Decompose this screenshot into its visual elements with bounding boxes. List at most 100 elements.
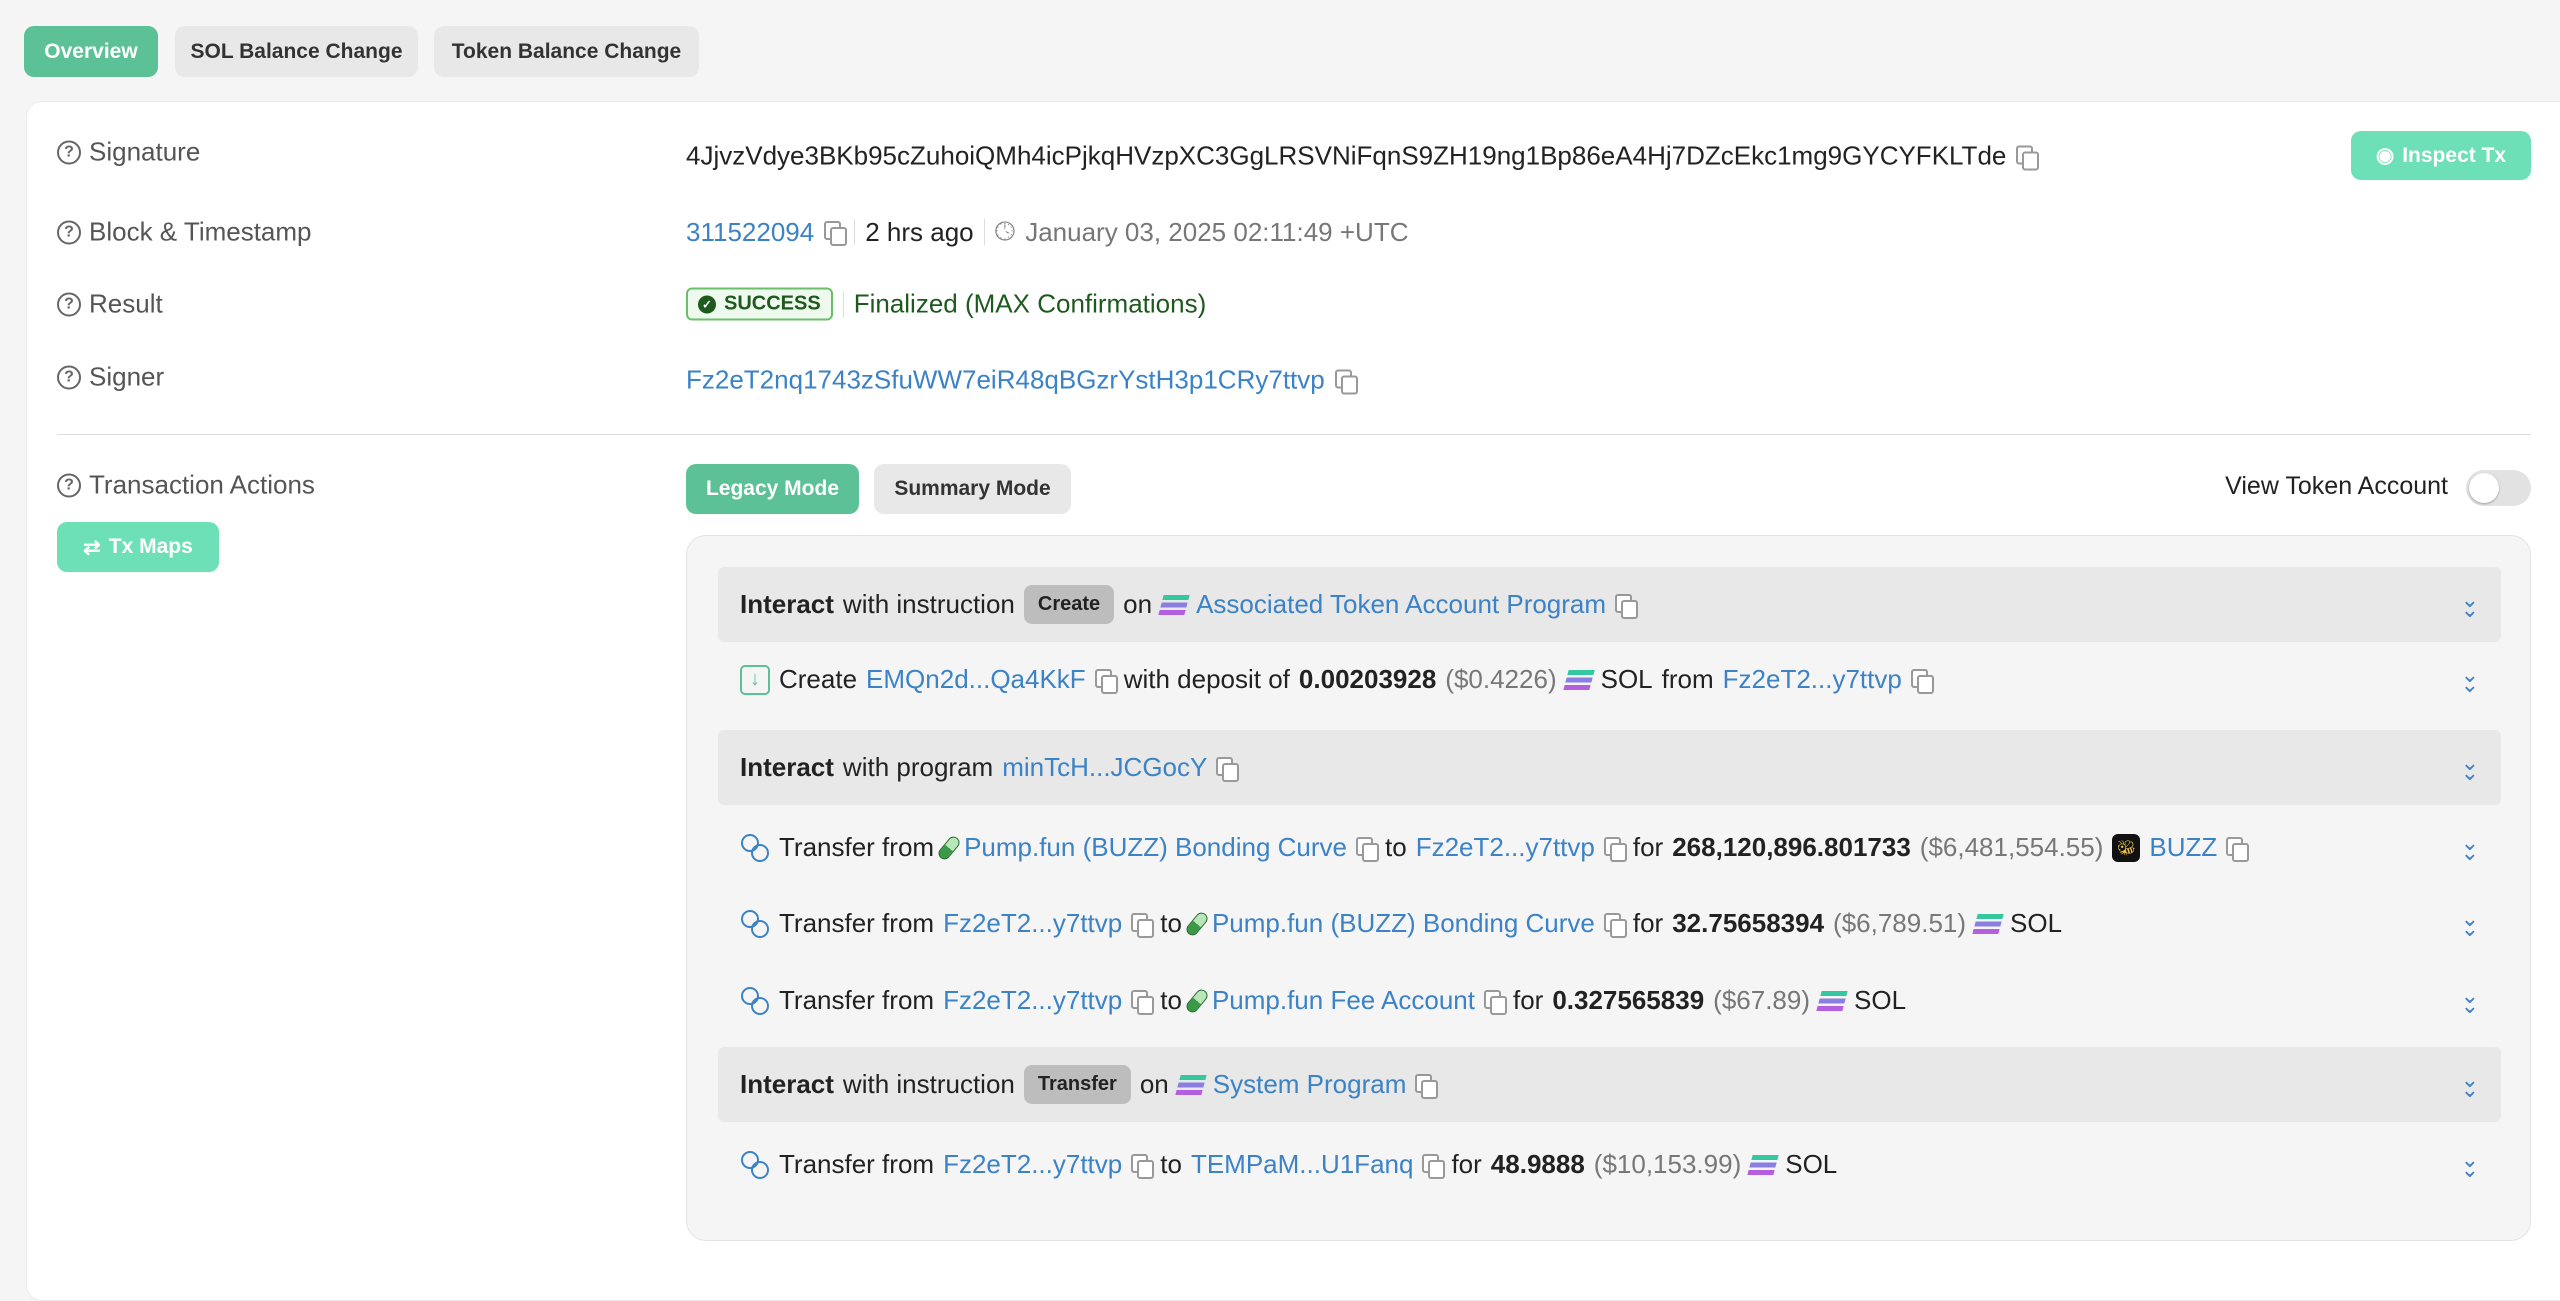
t: Create: [779, 664, 858, 694]
t: with instruction: [842, 589, 1015, 619]
chevron-double-down-icon[interactable]: ⌄ ⌄: [2461, 1148, 2479, 1180]
view-token-account-label: View Token Account: [2225, 472, 2448, 500]
inspect-tx-button[interactable]: ◉ Inspect Tx: [2351, 131, 2531, 180]
block-link[interactable]: 311522094: [686, 217, 814, 248]
chevron-double-down-icon[interactable]: ⌄ ⌄: [2461, 1068, 2479, 1100]
t: Transfer from: [779, 985, 935, 1015]
tx-maps-label: Tx Maps: [108, 535, 193, 558]
copy-icon[interactable]: [1216, 756, 1240, 782]
to-link[interactable]: Fz2eT2...y7ttvp: [1416, 832, 1595, 863]
copy-icon[interactable]: [2226, 836, 2250, 862]
copy-icon[interactable]: [2016, 145, 2040, 170]
program-link[interactable]: System Program: [1213, 1069, 1407, 1100]
solana-icon: [1747, 1154, 1779, 1175]
action-row: Transfer from Fz2eT2...y7ttvp to Pump.fun F…: [718, 984, 2501, 1016]
from-link[interactable]: Fz2eT2...y7ttvp: [943, 908, 1122, 939]
solana-icon: [1158, 594, 1190, 615]
pill-icon: [1183, 909, 1210, 938]
label-text: Block & Timestamp: [89, 216, 312, 247]
copy-icon[interactable]: [1615, 593, 1639, 619]
copy-icon[interactable]: [1356, 836, 1379, 862]
copy-icon[interactable]: [1415, 1073, 1439, 1099]
usd-value: ($6,789.51): [1833, 908, 1967, 938]
t: with instruction: [842, 1069, 1015, 1099]
copy-icon[interactable]: [1094, 668, 1118, 694]
copy-icon[interactable]: [1422, 1153, 1446, 1179]
divider: [842, 291, 844, 317]
copy-icon[interactable]: [824, 221, 848, 246]
action-row: Transfer from Fz2eT2...y7ttvp to Pump.fun (…: [718, 907, 2501, 939]
map-icon: ⇄: [83, 535, 101, 559]
action-header-row[interactable]: Interact with instruction Create on Associat…: [718, 567, 2501, 642]
amount: 268,120,896.801733: [1672, 832, 1911, 862]
help-icon: ?: [57, 140, 81, 164]
signer-link[interactable]: Fz2eT2nq1743zSfuWW7eiR48qBGzrYstH3p1CRy7…: [686, 365, 1325, 396]
program-link[interactable]: Associated Token Account Program: [1196, 589, 1606, 620]
from-link[interactable]: Fz2eT2...y7ttvp: [943, 985, 1122, 1016]
tab-sol-balance-change[interactable]: SOL Balance Change: [175, 26, 418, 77]
account-link[interactable]: EMQn2d...Qa4KkF: [866, 664, 1086, 695]
copy-icon[interactable]: [1334, 369, 1358, 394]
tab-overview[interactable]: Overview: [24, 26, 158, 77]
copy-icon[interactable]: [1131, 912, 1155, 938]
t: Interact: [740, 1069, 834, 1099]
t: from: [1661, 664, 1714, 694]
from-link[interactable]: Fz2eT2...y7ttvp: [943, 1149, 1122, 1180]
solana-icon: [1972, 913, 2004, 934]
token-link[interactable]: BUZZ: [2149, 832, 2217, 863]
chevron-double-down-icon[interactable]: ⌄ ⌄: [2461, 831, 2479, 863]
solana-icon: [1562, 669, 1595, 690]
t: Transfer from: [779, 832, 935, 862]
inspect-label: Inspect Tx: [2402, 143, 2507, 167]
tx-maps-button[interactable]: ⇄ Tx Maps: [57, 522, 219, 572]
usd-value: ($10,153.99): [1593, 1149, 1742, 1179]
t: Transfer from: [779, 908, 935, 938]
chevron-double-down-icon[interactable]: ⌄ ⌄: [2461, 751, 2479, 783]
copy-icon[interactable]: [1131, 1153, 1155, 1179]
chevron-double-down-icon[interactable]: ⌄ ⌄: [2461, 663, 2479, 695]
t: Interact: [740, 589, 834, 619]
pill-icon: [1183, 986, 1210, 1015]
block-value: 311522094 2 hrs ago 🕓︎ January 03, 2025 02:…: [686, 216, 1408, 248]
timestamp: January 03, 2025 02:11:49 +UTC: [1025, 216, 1409, 247]
t: for: [1632, 832, 1664, 862]
from-link[interactable]: Pump.fun (BUZZ) Bonding Curve: [964, 832, 1347, 863]
to-link[interactable]: TEMPaM...U1Fanq: [1191, 1149, 1414, 1180]
t: to: [1385, 832, 1407, 862]
legacy-mode-button[interactable]: Legacy Mode: [686, 464, 859, 514]
copy-icon[interactable]: [1910, 668, 1934, 694]
action-header-row[interactable]: Interact with program minTcH...JCGocY ⌄ ⌄: [718, 730, 2501, 805]
token-symbol: SOL: [1785, 1149, 1838, 1179]
copy-icon[interactable]: [1603, 912, 1627, 938]
clock-icon: 🕓︎: [994, 216, 1016, 246]
program-link[interactable]: minTcH...JCGocY: [1002, 752, 1207, 783]
result-text: Finalized (MAX Confirmations): [853, 288, 1207, 319]
pill-icon: [936, 833, 963, 862]
help-icon: ?: [57, 473, 81, 497]
summary-mode-button[interactable]: Summary Mode: [874, 464, 1071, 514]
chevron-double-down-icon[interactable]: ⌄ ⌄: [2461, 984, 2479, 1016]
t: on: [1123, 589, 1153, 619]
copy-icon[interactable]: [1603, 836, 1627, 862]
check-icon: ✓: [698, 295, 716, 313]
tab-token-balance-change[interactable]: Token Balance Change: [434, 26, 699, 77]
copy-icon[interactable]: [1483, 989, 1507, 1015]
view-token-account-toggle[interactable]: [2466, 470, 2531, 506]
action-header-row[interactable]: Interact with instruction Transfer on System…: [718, 1047, 2501, 1122]
instruction-chip: Create: [1023, 585, 1115, 624]
copy-icon[interactable]: [1131, 989, 1155, 1015]
to-link[interactable]: Pump.fun Fee Account: [1212, 985, 1475, 1016]
to-link[interactable]: Pump.fun (BUZZ) Bonding Curve: [1212, 908, 1595, 939]
block-label: ? Block & Timestamp: [57, 217, 312, 248]
divider: [57, 434, 2531, 435]
help-icon: ?: [57, 292, 81, 316]
help-icon: ?: [57, 365, 81, 389]
label-text: Signer: [89, 361, 165, 392]
divider: [983, 219, 985, 245]
chevron-double-down-icon[interactable]: ⌄ ⌄: [2461, 588, 2479, 620]
amount: 0.327565839: [1552, 985, 1705, 1015]
from-link[interactable]: Fz2eT2...y7ttvp: [1723, 664, 1902, 695]
t: Interact: [740, 752, 834, 782]
chevron-double-down-icon[interactable]: ⌄ ⌄: [2461, 907, 2479, 939]
signer-label: ? Signer: [57, 362, 164, 393]
